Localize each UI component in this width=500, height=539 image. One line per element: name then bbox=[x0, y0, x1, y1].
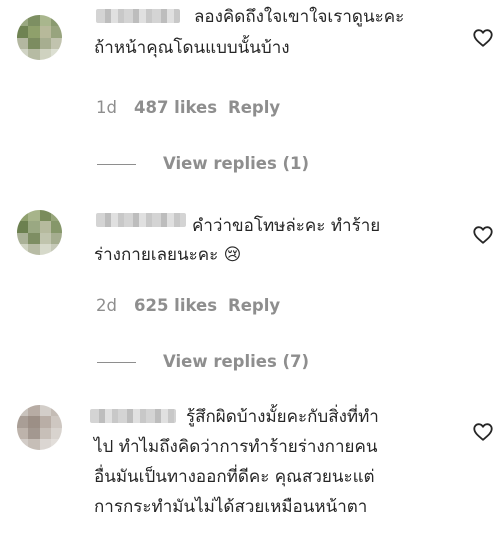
avatar[interactable] bbox=[17, 405, 62, 450]
comment-text-line: รู้สึกผิดบ้างมั้ยคะกับสิ่งที่ทำ bbox=[186, 407, 379, 427]
comment-text: ไป ทำไมถึงคิดว่าการทำร้ายร่างกายคน อื่นม… bbox=[94, 432, 377, 522]
heart-icon[interactable] bbox=[472, 421, 494, 443]
comment-text: รู้สึกผิดบ้างมั้ยคะกับสิ่งที่ทำ bbox=[186, 402, 379, 432]
comment-text-line: การกระทำมันไม่ได้สวยเหมือนหน้าตา bbox=[94, 497, 368, 517]
comment-text-line: อื่นมันเป็นทางออกที่ดีคะ คุณสวยนะแต่ bbox=[94, 467, 375, 487]
comment-text-line: ไป ทำไมถึงคิดว่าการทำร้ายร่างกายคน bbox=[94, 437, 378, 457]
username-blurred[interactable] bbox=[90, 409, 176, 423]
comment-3: รู้สึกผิดบ้างมั้ยคะกับสิ่งที่ทำ ไป ทำไมถ… bbox=[0, 0, 500, 539]
